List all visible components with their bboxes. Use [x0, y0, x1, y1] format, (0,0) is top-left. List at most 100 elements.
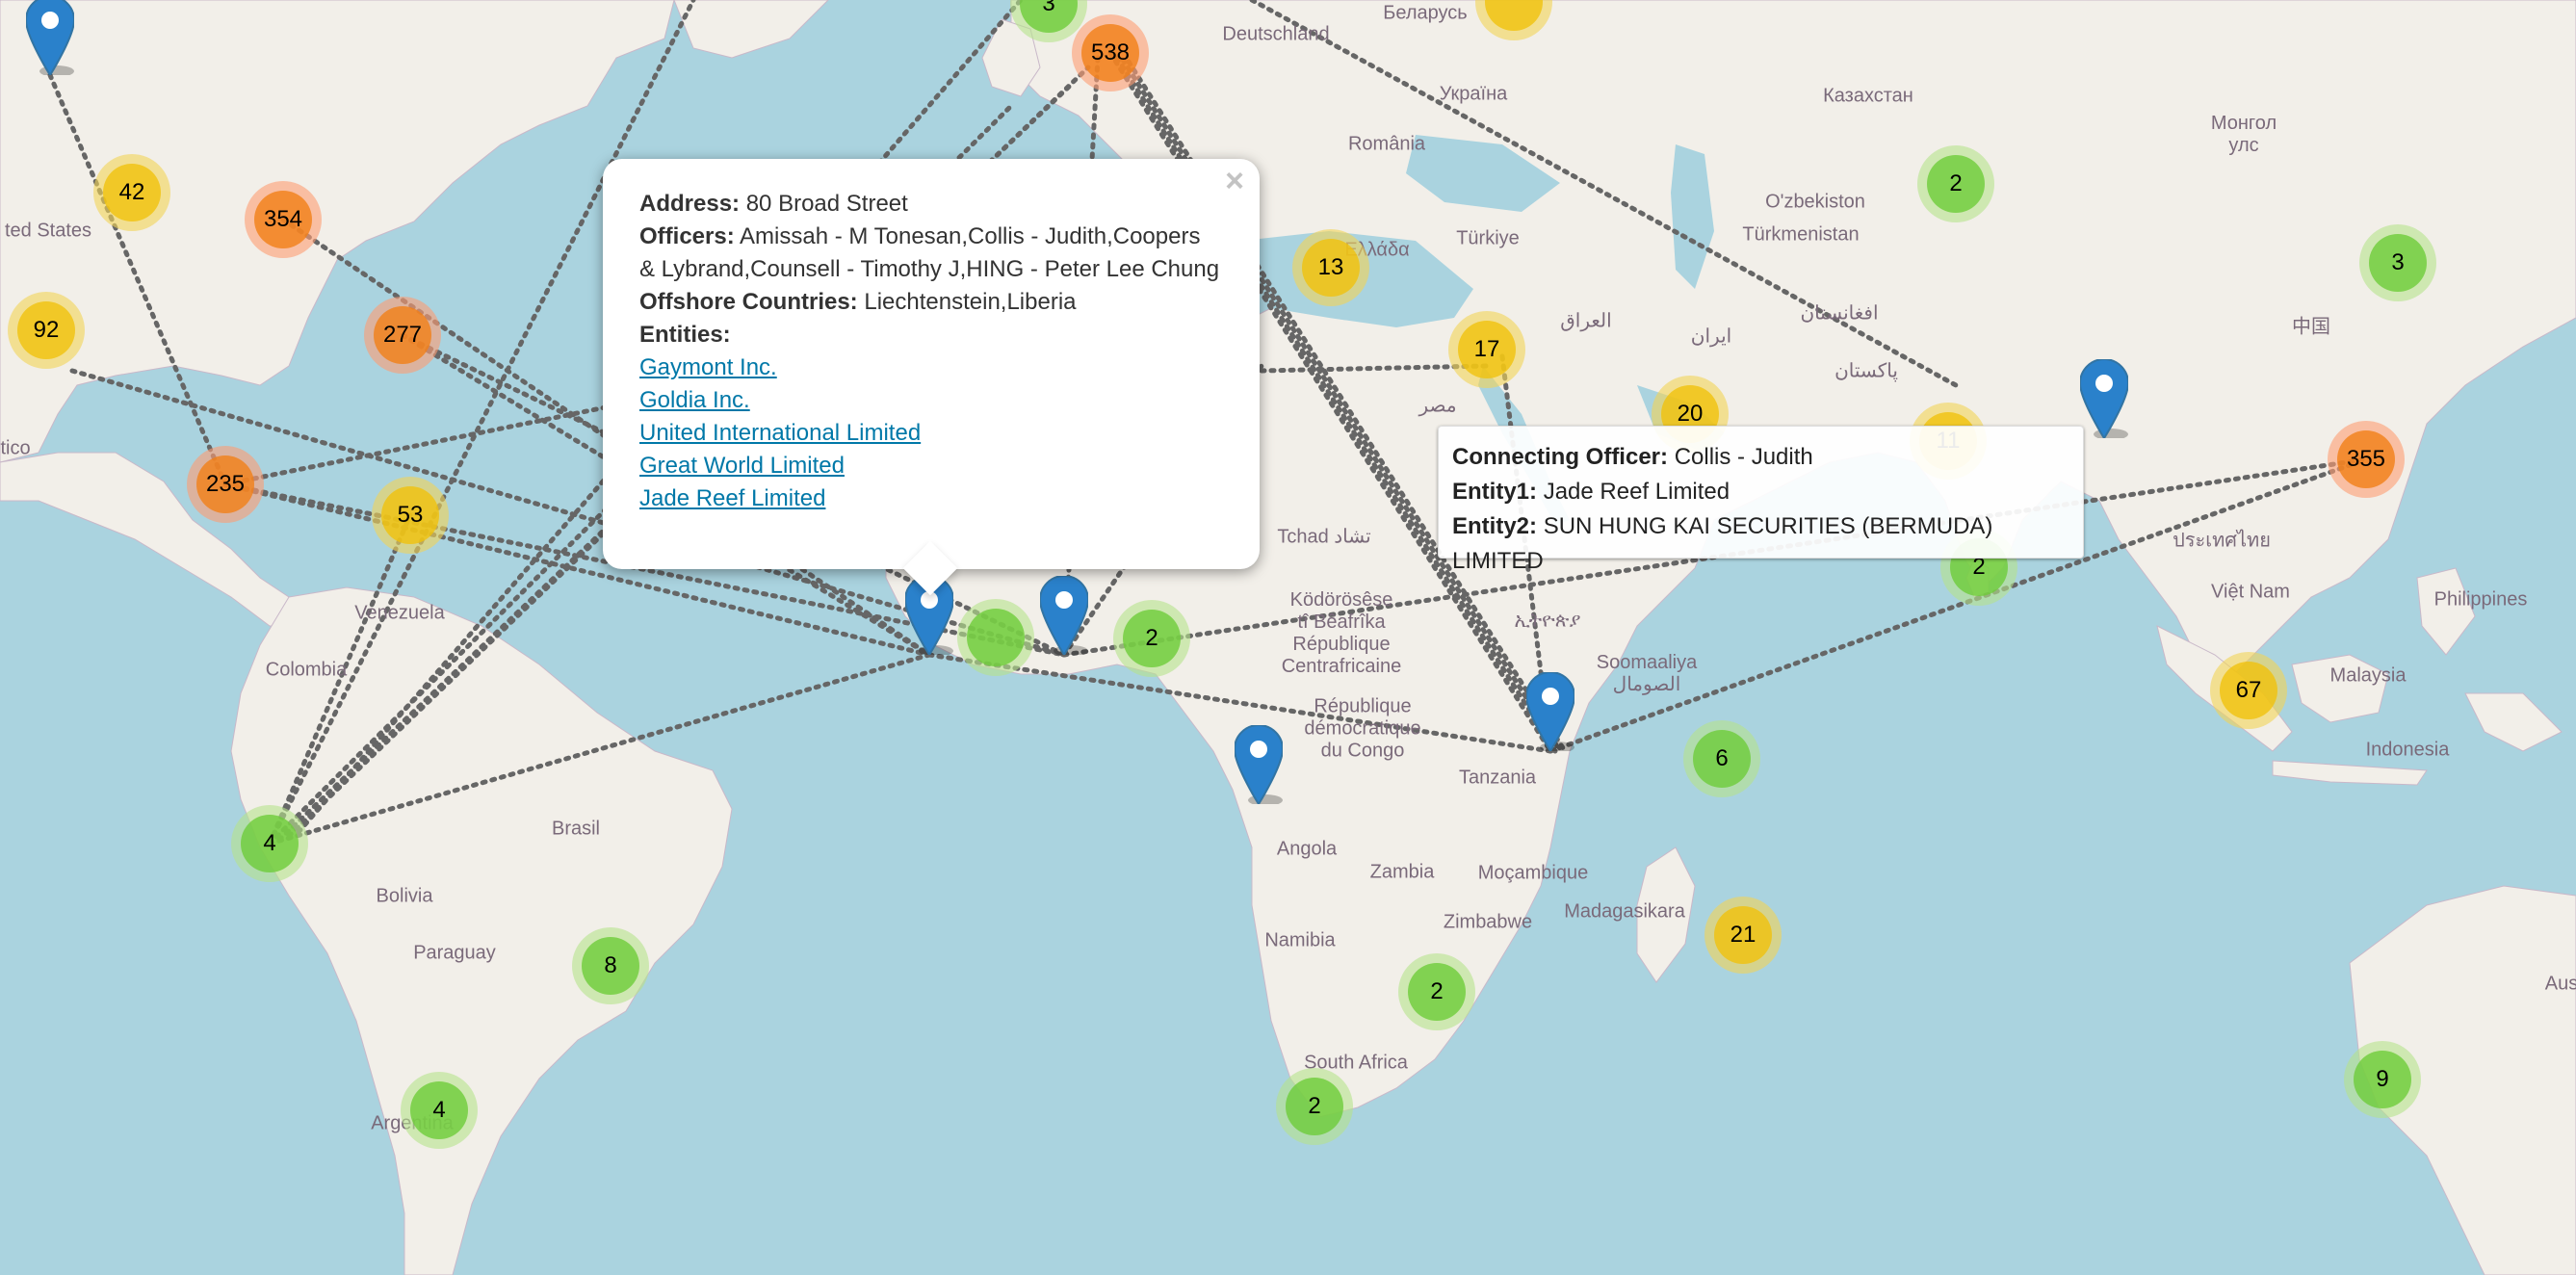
- cluster-count: 42: [103, 164, 161, 221]
- marker-alaska[interactable]: [24, 0, 76, 77]
- cluster-west-africa[interactable]: 2: [1113, 600, 1190, 677]
- cluster-kazakhstan[interactable]: 2: [1917, 145, 1994, 222]
- entity-link-jade-reef[interactable]: Jade Reef Limited: [639, 482, 1221, 515]
- map-label: Namibia: [1264, 929, 1336, 951]
- entity-popup: × Address: 80 Broad Street Officers: Ami…: [603, 159, 1260, 569]
- cluster-count: 277: [374, 306, 431, 364]
- map-label: Bolivia: [376, 885, 433, 907]
- cluster-lesser-antilles[interactable]: 53: [372, 477, 449, 554]
- cluster-count: 53: [381, 486, 439, 544]
- cluster-count: 92: [17, 301, 75, 359]
- map-label: Việt Nam: [2211, 581, 2290, 603]
- map-label: Deutschland: [1222, 23, 1330, 45]
- cluster-caribbean[interactable]: 235: [187, 446, 264, 523]
- close-icon[interactable]: ×: [1225, 165, 1244, 197]
- map-label: افغانستان: [1800, 302, 1879, 325]
- cluster-count: [967, 609, 1025, 666]
- cluster-count: 2: [1286, 1078, 1343, 1135]
- popup-offshore-value: Liechtenstein,Liberia: [864, 289, 1077, 315]
- map-label: O'zbekiston: [1765, 191, 1865, 213]
- cluster-mauritius[interactable]: 21: [1704, 897, 1782, 974]
- cluster-singapore[interactable]: 67: [2210, 652, 2287, 729]
- map-label: Angola: [1276, 838, 1338, 860]
- map-label: پاکستان: [1834, 360, 1898, 382]
- popup-address-row: Address: 80 Broad Street: [639, 188, 1221, 221]
- cluster-count: 17: [1458, 321, 1516, 378]
- map-label: Indonesia: [2365, 739, 2450, 761]
- popup-entities-row: Entities:: [639, 319, 1221, 351]
- map-label: Zambia: [1369, 861, 1435, 883]
- cluster-count: 354: [254, 191, 312, 248]
- map-label: العراق: [1560, 310, 1612, 332]
- popup-offshore-label: Offshore Countries:: [639, 289, 858, 315]
- cluster-australia-east[interactable]: 9: [2344, 1041, 2421, 1118]
- cluster-peru[interactable]: 4: [231, 805, 308, 882]
- map-label: Zimbabwe: [1443, 911, 1533, 933]
- cluster-china-east[interactable]: 3: [2359, 224, 2436, 301]
- cluster-argentina[interactable]: 4: [401, 1072, 478, 1149]
- cluster-brazil[interactable]: 8: [572, 927, 649, 1004]
- cluster-us-south[interactable]: 92: [8, 292, 85, 369]
- tooltip-officer-row: Connecting Officer: Collis - Judith: [1452, 440, 2069, 475]
- popup-officers-label: Officers:: [639, 223, 735, 249]
- cluster-bermuda[interactable]: 277: [364, 297, 441, 374]
- marker-angola[interactable]: [1233, 723, 1285, 806]
- entity-link-goldia[interactable]: Goldia Inc.: [639, 384, 1221, 417]
- popup-entities-label: Entities:: [639, 322, 731, 348]
- map-label: Tanzania: [1458, 767, 1537, 789]
- map-label: Казахстан: [1823, 85, 1913, 107]
- map-label: Tchad تشاد: [1277, 526, 1371, 548]
- map-label: Philippines: [2433, 588, 2528, 611]
- cluster-us-east[interactable]: 354: [245, 181, 322, 258]
- cluster-count: 13: [1302, 239, 1360, 297]
- entity-link-great-world[interactable]: Great World Limited: [639, 450, 1221, 482]
- cluster-greece[interactable]: 13: [1292, 229, 1369, 306]
- marker-bangladesh[interactable]: [2078, 357, 2130, 440]
- tooltip-entity1-label: Entity1:: [1452, 479, 1538, 505]
- popup-address-label: Address:: [639, 191, 741, 217]
- map-pin-icon: [1233, 723, 1285, 806]
- cluster-europe-west[interactable]: 538: [1072, 14, 1149, 91]
- cluster-south-africa[interactable]: 2: [1276, 1068, 1353, 1145]
- philippines-land: [2416, 567, 2476, 656]
- map-label: Türkiye: [1456, 227, 1520, 249]
- entity-link-gaymont[interactable]: Gaymont Inc.: [639, 351, 1221, 384]
- popup-address-value: 80 Broad Street: [745, 191, 908, 217]
- cluster-count: 4: [410, 1081, 468, 1139]
- popup-officers-row: Officers: Amissah - M Tonesan,Collis - J…: [639, 221, 1221, 286]
- map-label: مصر: [1418, 395, 1457, 417]
- marker-ghana[interactable]: [1038, 574, 1090, 657]
- cluster-liberia[interactable]: [957, 599, 1034, 676]
- entity-link-united-international[interactable]: United International Limited: [639, 417, 1221, 450]
- cluster-count: 355: [2337, 430, 2395, 488]
- cluster-count: 2: [1927, 155, 1985, 213]
- cluster-mozambique[interactable]: 2: [1398, 953, 1475, 1030]
- cluster-count: 8: [582, 937, 639, 995]
- cluster-count: 6: [1693, 730, 1751, 788]
- cluster-count: [1485, 0, 1543, 31]
- map-label: Madagasikara: [1564, 900, 1685, 923]
- map-label: ประเทศไทย: [2173, 530, 2271, 552]
- map-label: République démocratique du Congo: [1304, 695, 1421, 762]
- cluster-count: 235: [196, 455, 254, 513]
- map-label: Україна: [1439, 83, 1508, 105]
- cluster-count: 3: [1020, 0, 1078, 33]
- map-label: 中国: [2292, 316, 2330, 338]
- cluster-canada[interactable]: 42: [93, 154, 170, 231]
- map-label: Türkmenistan: [1742, 223, 1860, 246]
- tooltip-entity2-row: Entity2: SUN HUNG KAI SECURITIES (BERMUD…: [1452, 509, 2069, 579]
- map-label: Colombia: [265, 659, 348, 681]
- cluster-count: 67: [2220, 662, 2277, 719]
- map-label: ted States: [4, 220, 92, 242]
- world-map[interactable]: Deutschland Беларусь Україна Казахстан Монго…: [0, 0, 2576, 1275]
- marker-tanzania[interactable]: [1524, 670, 1576, 753]
- map-label: România: [1347, 133, 1426, 155]
- cluster-hong-kong[interactable]: 355: [2328, 421, 2405, 498]
- cluster-count: 538: [1081, 24, 1139, 82]
- cluster-seychelles[interactable]: 6: [1683, 720, 1760, 797]
- cluster-middle-east[interactable]: 17: [1448, 311, 1525, 388]
- popup-offshore-row: Offshore Countries: Liechtenstein,Liberi…: [639, 286, 1221, 319]
- cluster-count: 4: [241, 815, 299, 872]
- map-label: Беларусь: [1383, 2, 1468, 24]
- map-label: tico: [0, 437, 31, 459]
